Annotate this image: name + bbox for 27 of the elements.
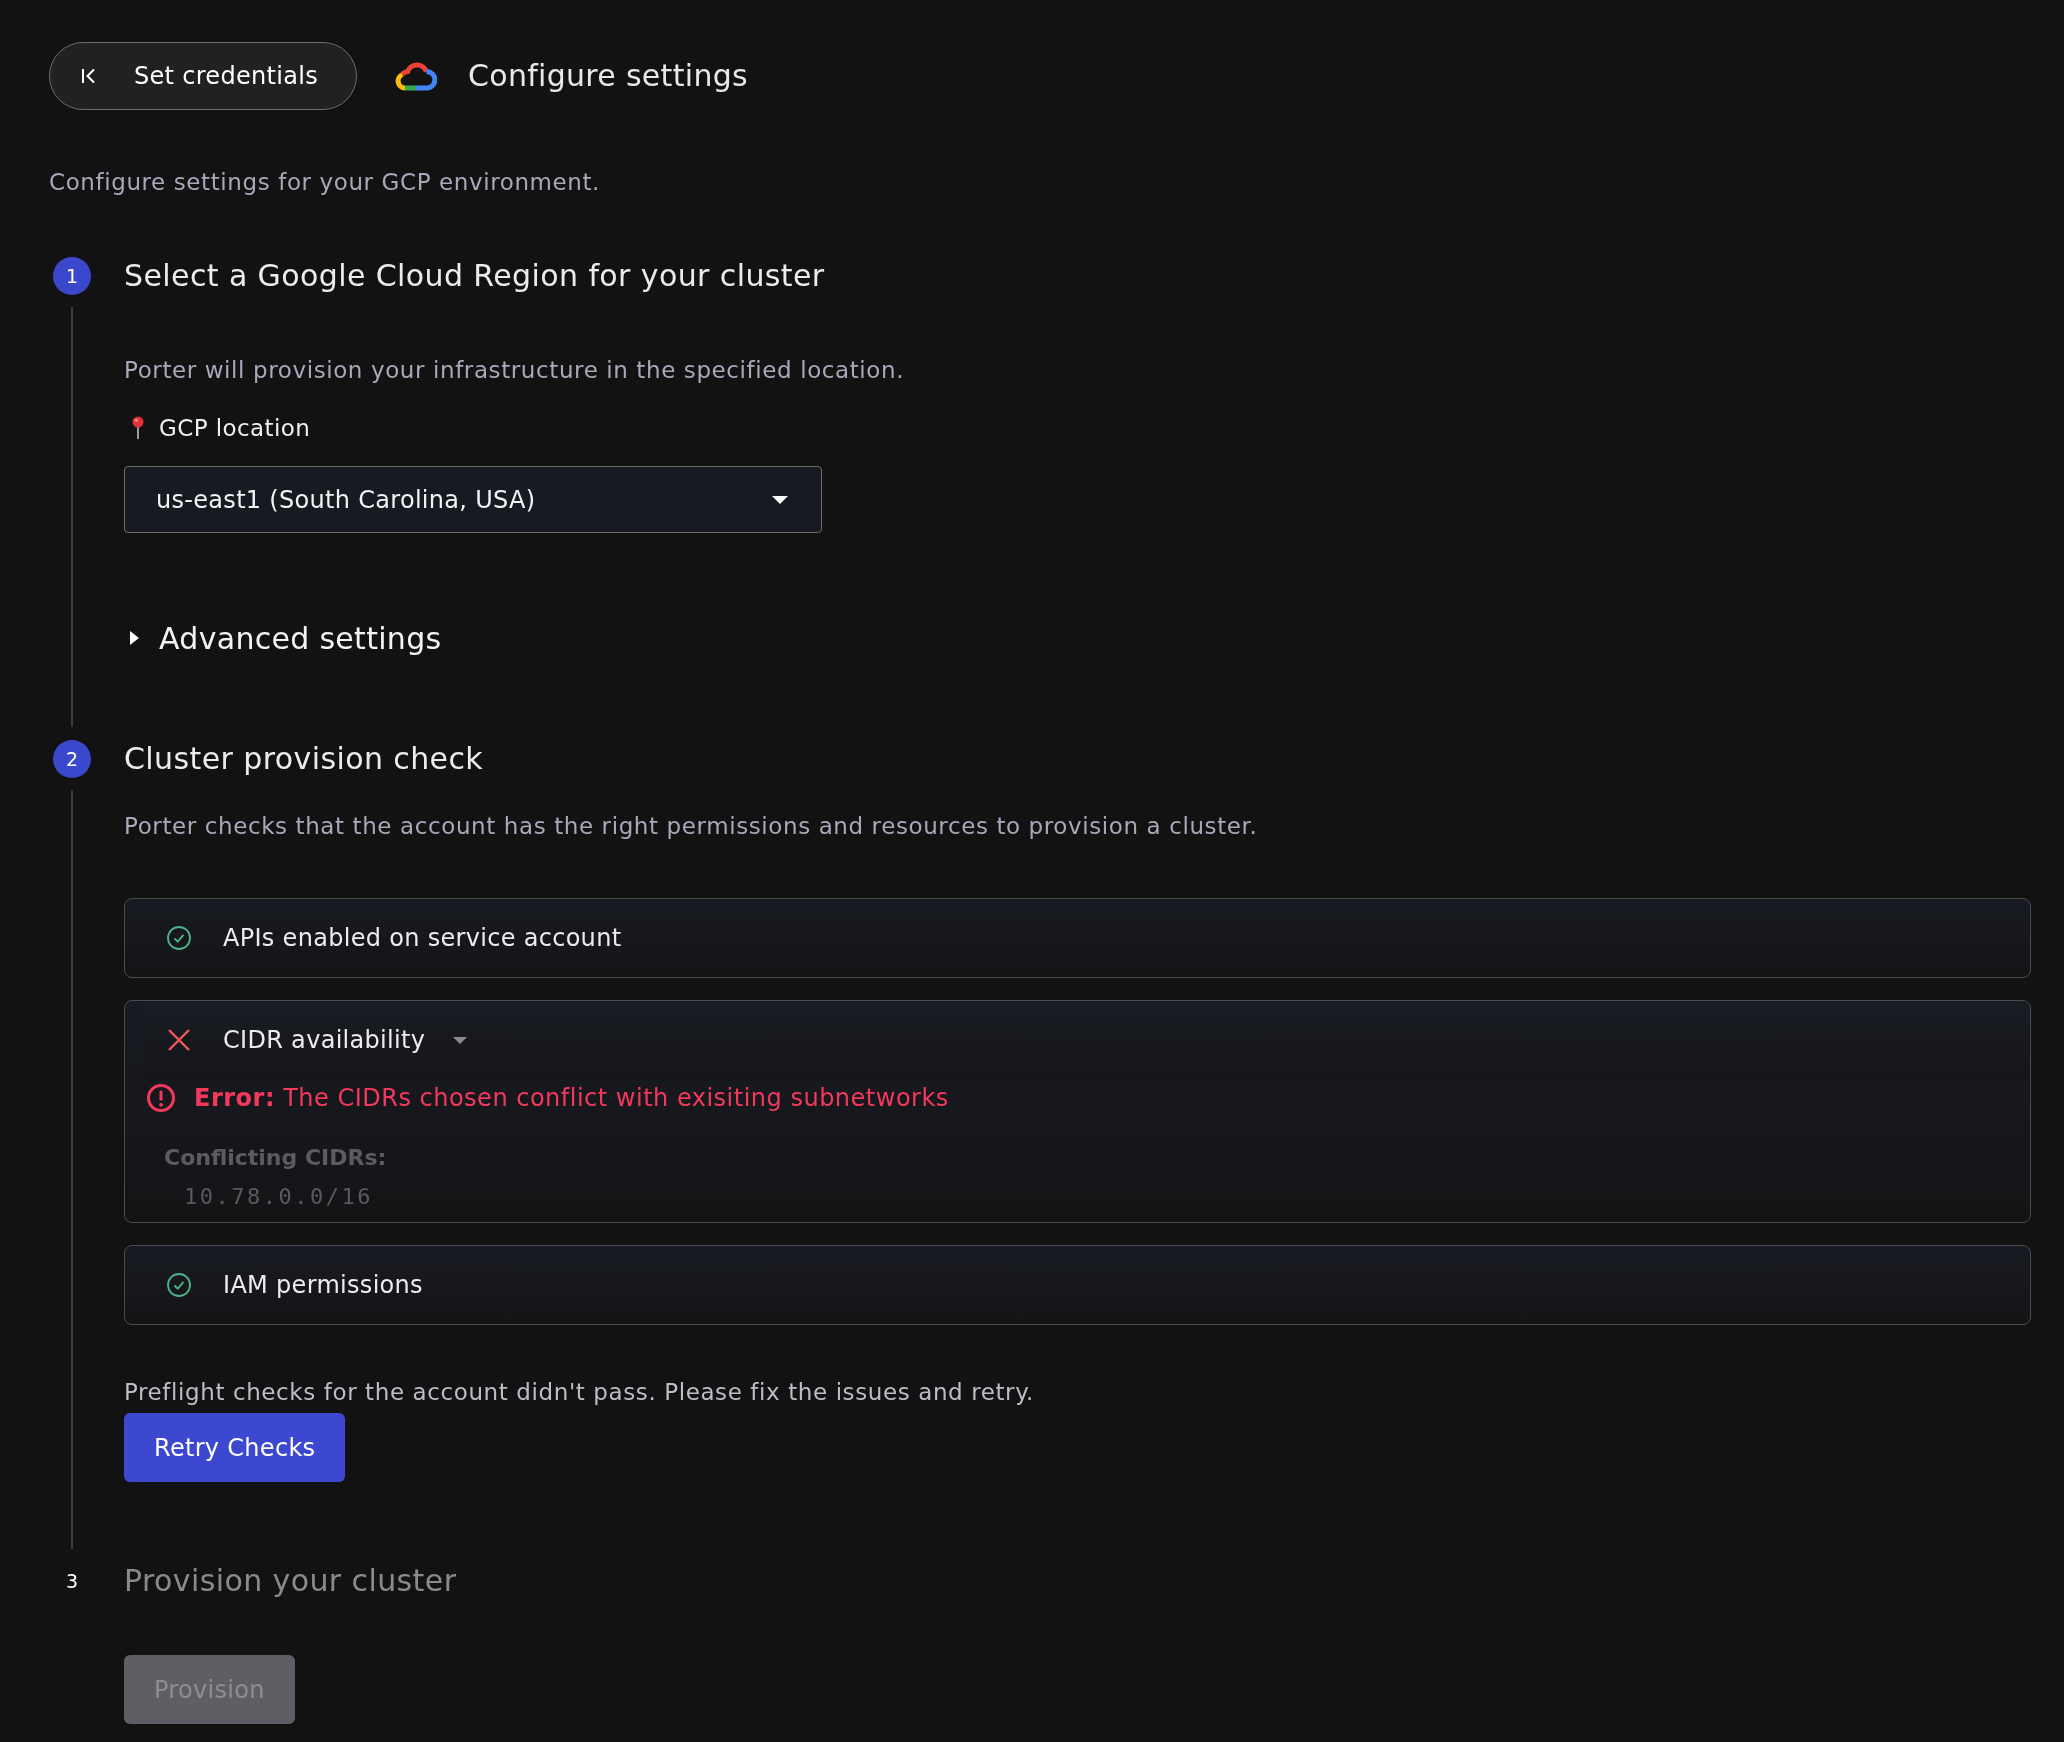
advanced-settings-toggle[interactable]: Advanced settings xyxy=(124,619,442,657)
cidr-value: 10.78.0.0/16 xyxy=(183,1183,374,1211)
page-description: Configure settings for your GCP environment. xyxy=(49,168,602,197)
location-select[interactable]: us-east1 (South Carolina, USA) xyxy=(124,466,822,533)
step-title: Cluster provision check xyxy=(124,740,485,778)
step-number: 3 xyxy=(64,1568,80,1594)
step-description: Porter will provision your infrastructure in the specified location. xyxy=(124,356,906,385)
error-message: Error: The CIDRs chosen conflict with exisiting subnetworks xyxy=(194,1083,949,1114)
check-label: IAM permissions xyxy=(223,1270,423,1301)
caret-down-icon xyxy=(772,495,788,504)
pin-icon xyxy=(131,416,145,440)
check-label: APIs enabled on service account xyxy=(223,923,622,954)
step-title: Provision your cluster xyxy=(124,1562,458,1600)
details-label: Conflicting CIDRs: xyxy=(163,1144,388,1172)
step-description: Porter checks that the account has the right permissions and resources to provision a cluster. xyxy=(124,812,1259,841)
page-title: Configure settings xyxy=(468,57,748,95)
retry-checks-button[interactable]: Retry Checks xyxy=(124,1413,346,1482)
step-number: 2 xyxy=(53,740,91,778)
caret-down-icon xyxy=(453,1036,468,1044)
error-icon xyxy=(146,1083,176,1113)
field-label: GCP location xyxy=(159,413,311,443)
step-title: Select a Google Cloud Region for your cluster xyxy=(124,257,826,295)
check-label: CIDR availability xyxy=(223,1025,426,1056)
back-button[interactable]: Set credentials xyxy=(49,42,357,110)
step-number: 1 xyxy=(53,257,91,295)
check-header[interactable]: CIDR availability xyxy=(144,1001,2030,1079)
status-message: Preflight checks for the account didn't pass. Please fix the issues and retry. xyxy=(124,1378,1035,1407)
